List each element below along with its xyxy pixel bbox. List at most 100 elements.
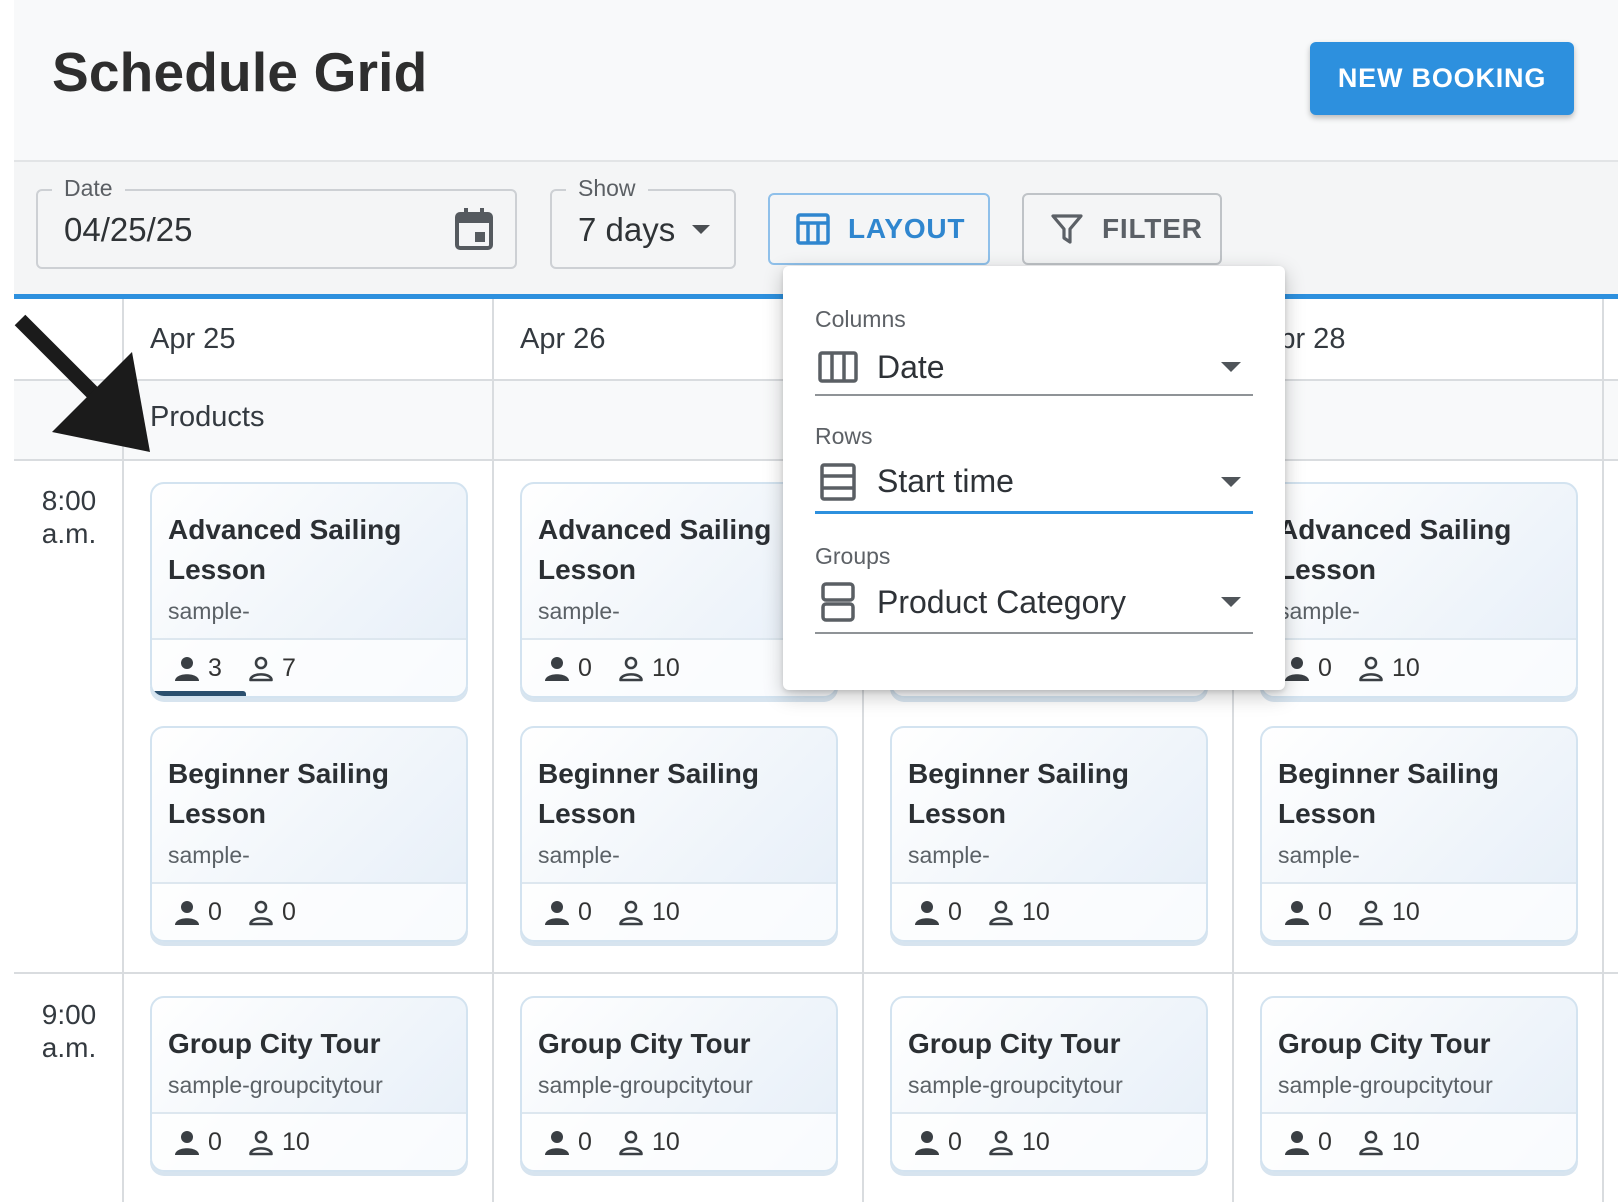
rows-select[interactable]: Start time xyxy=(815,452,1253,514)
booked-count-value: 0 xyxy=(578,1128,592,1156)
arrow-pointer-icon xyxy=(14,314,150,452)
column-divider xyxy=(1602,299,1604,1202)
available-count-value: 10 xyxy=(1392,898,1420,926)
booked-count-value: 0 xyxy=(1318,898,1332,926)
booked-count-value: 0 xyxy=(1318,1128,1332,1156)
booked-count: 0 xyxy=(1284,898,1332,927)
columns-label: Columns xyxy=(815,306,906,332)
card-footer: 37 xyxy=(152,638,466,696)
show-select-value[interactable]: 7 days xyxy=(578,211,675,249)
time-label-hour: 8:00 xyxy=(41,485,97,516)
booking-card[interactable]: Advanced Sailing Lesson sample- 0 10 xyxy=(1260,482,1578,698)
person-outline-icon xyxy=(1358,900,1392,926)
card-footer: 0 10 xyxy=(892,882,1206,940)
booking-card[interactable]: Group City Tour sample-groupcitytour 0 10 xyxy=(150,996,468,1172)
columns-select[interactable]: Date xyxy=(815,340,1253,396)
booking-card[interactable]: Beginner Sailing Lesson sample- 0 10 xyxy=(520,726,838,942)
chevron-down-icon[interactable] xyxy=(1221,476,1241,487)
booked-count: 0 xyxy=(544,898,592,927)
card-code: sample- xyxy=(538,598,620,624)
person-filled-icon xyxy=(544,1130,578,1156)
booking-card[interactable]: Group City Tour sample-groupcitytour 0 10 xyxy=(1260,996,1578,1172)
card-code: sample- xyxy=(168,598,250,624)
card-code: sample-groupcitytour xyxy=(538,1072,753,1098)
show-select-label: Show xyxy=(566,175,648,202)
card-code: sample- xyxy=(168,842,250,868)
new-booking-button[interactable]: NEW BOOKING xyxy=(1310,42,1574,115)
person-filled-icon xyxy=(544,900,578,926)
layout-button[interactable]: LAYOUT xyxy=(768,193,990,265)
columns-select-value: Date xyxy=(877,348,945,385)
booked-count: 0 xyxy=(544,1128,592,1157)
card-footer: 0 10 xyxy=(152,1112,466,1170)
card-code: sample- xyxy=(538,842,620,868)
chevron-down-icon[interactable] xyxy=(692,225,710,234)
card-title: Group City Tour xyxy=(1278,1028,1491,1059)
available-count: 10 xyxy=(248,1128,310,1157)
card-footer: 0 10 xyxy=(522,882,836,940)
app-window: Schedule Grid NEW BOOKING Date 04/25/25 … xyxy=(14,0,1618,1202)
person-filled-icon xyxy=(174,1130,208,1156)
column-divider xyxy=(492,299,494,1202)
booked-count: 0 xyxy=(914,898,962,927)
available-count-value: 10 xyxy=(652,1128,680,1156)
time-label-hour: 9:00 xyxy=(41,999,97,1030)
card-footer: 0 10 xyxy=(1262,882,1576,940)
available-count: 10 xyxy=(1358,898,1420,927)
booked-count-value: 0 xyxy=(1318,654,1332,682)
view-column-icon xyxy=(818,351,858,383)
show-select[interactable]: Show 7 days xyxy=(550,175,736,269)
person-outline-icon xyxy=(1358,1130,1392,1156)
available-count-value: 7 xyxy=(282,654,296,682)
available-count-value: 10 xyxy=(1022,898,1050,926)
available-count-value: 10 xyxy=(1392,1128,1420,1156)
available-count: 10 xyxy=(618,1128,680,1157)
booking-card[interactable]: Beginner Sailing Lesson sample- 0 0 xyxy=(150,726,468,942)
person-outline-icon xyxy=(248,1130,282,1156)
booked-count-value: 0 xyxy=(208,1128,222,1156)
rows-select-value: Start time xyxy=(877,463,1014,499)
booked-count-value: 3 xyxy=(208,654,222,682)
booking-card[interactable]: Group City Tour sample-groupcitytour 0 10 xyxy=(890,996,1208,1172)
booked-count-value: 0 xyxy=(948,898,962,926)
person-outline-icon xyxy=(618,656,652,682)
card-code: sample- xyxy=(908,842,990,868)
card-title: Beginner Sailing Lesson xyxy=(908,758,1129,829)
day-header[interactable]: Apr 26 xyxy=(520,323,605,356)
available-count: 10 xyxy=(1358,1128,1420,1157)
booking-card[interactable]: Group City Tour sample-groupcitytour 0 10 xyxy=(520,996,838,1172)
person-filled-icon xyxy=(1284,900,1318,926)
booked-count: 0 xyxy=(914,1128,962,1157)
groups-select[interactable]: Product Category xyxy=(815,572,1253,634)
date-field[interactable]: Date 04/25/25 xyxy=(36,175,517,269)
available-count: 7 xyxy=(248,654,296,683)
booking-card[interactable]: Advanced Sailing Lesson sample- 3 7 xyxy=(150,482,468,698)
time-label: 8:00 a.m. xyxy=(14,484,124,550)
available-count-value: 10 xyxy=(1392,654,1420,682)
booked-count-value: 0 xyxy=(578,654,592,682)
available-count: 10 xyxy=(988,898,1050,927)
card-footer: 0 10 xyxy=(1262,638,1576,696)
card-footer: 0 10 xyxy=(1262,1112,1576,1170)
person-outline-icon xyxy=(988,900,1022,926)
booked-count: 0 xyxy=(174,1128,222,1157)
chevron-down-icon[interactable] xyxy=(1221,597,1241,607)
time-label-period: a.m. xyxy=(41,1032,97,1063)
person-filled-icon xyxy=(544,656,578,682)
person-filled-icon xyxy=(914,1130,948,1156)
booking-card[interactable]: Beginner Sailing Lesson sample- 0 10 xyxy=(890,726,1208,942)
row-divider xyxy=(14,972,1618,974)
chevron-down-icon[interactable] xyxy=(1221,362,1241,372)
card-code: sample-groupcitytour xyxy=(168,1072,383,1098)
card-title: Advanced Sailing Lesson xyxy=(1278,514,1512,585)
available-count: 10 xyxy=(1358,654,1420,683)
booking-card[interactable]: Beginner Sailing Lesson sample- 0 10 xyxy=(1260,726,1578,942)
filter-button[interactable]: FILTER xyxy=(1022,193,1222,265)
available-count: 10 xyxy=(618,654,680,683)
available-count: 10 xyxy=(618,898,680,927)
available-count-value: 10 xyxy=(652,654,680,682)
person-outline-icon xyxy=(618,900,652,926)
calendar-icon[interactable] xyxy=(455,208,493,250)
date-field-value[interactable]: 04/25/25 xyxy=(64,211,192,249)
person-filled-icon xyxy=(1284,656,1318,682)
